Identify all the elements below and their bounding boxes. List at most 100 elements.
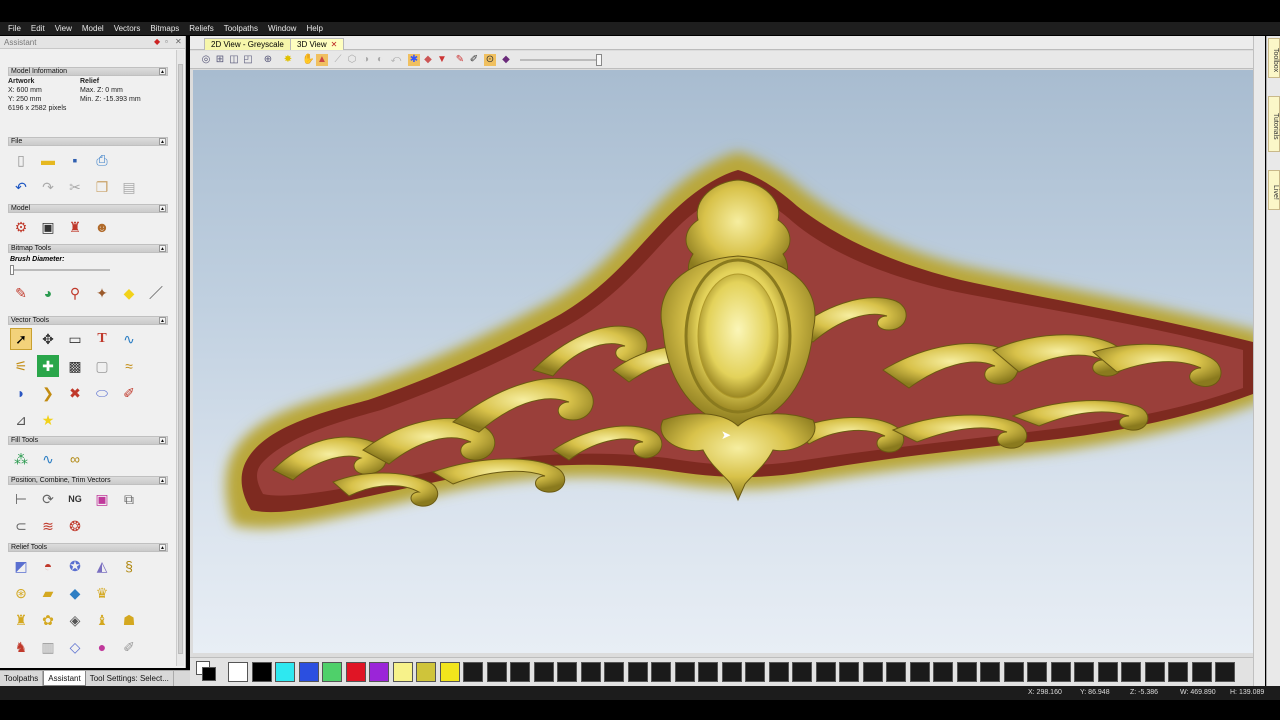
sculpt-icon[interactable]: ♛: [91, 582, 113, 604]
empty-palette-swatch[interactable]: [1074, 662, 1094, 682]
collapse-icon[interactable]: ▲: [159, 477, 166, 484]
ellipse-icon[interactable]: ⬭: [91, 382, 113, 404]
menu-vectors[interactable]: Vectors: [114, 24, 141, 33]
slider-handle[interactable]: [10, 265, 14, 275]
pan-icon[interactable]: ✋: [302, 54, 314, 66]
zoom-icon[interactable]: ⊕: [262, 54, 274, 66]
rectangle-icon[interactable]: ▭: [64, 328, 86, 350]
paint-brush-icon[interactable]: ✎: [10, 282, 32, 304]
tab-assistant[interactable]: Assistant: [43, 671, 86, 686]
collapse-icon[interactable]: ▲: [159, 68, 166, 75]
group-icon[interactable]: ▣: [91, 488, 113, 510]
section-position-combine-trim[interactable]: Position, Combine, Trim Vectors ▲: [8, 476, 168, 485]
empty-palette-swatch[interactable]: [651, 662, 671, 682]
empty-palette-swatch[interactable]: [463, 662, 483, 682]
trim-icon[interactable]: ⧉: [118, 488, 140, 510]
two-rail-sweep-icon[interactable]: ◓: [37, 555, 59, 577]
palette-swatch[interactable]: [392, 662, 413, 682]
import-icon[interactable]: ⎙: [91, 149, 113, 171]
menu-edit[interactable]: Edit: [31, 24, 45, 33]
text-icon[interactable]: T: [91, 328, 113, 350]
model-info-icon[interactable]: ▣: [37, 216, 59, 238]
vector-art-icon[interactable]: ▩: [64, 355, 86, 377]
select-arrow-icon[interactable]: ➚: [10, 328, 32, 350]
vectors-visible-icon[interactable]: ▼: [436, 54, 448, 66]
cut-icon[interactable]: ✂: [64, 176, 86, 198]
relief-sphere-icon[interactable]: ●: [91, 636, 113, 658]
lens-icon[interactable]: ⊙: [484, 54, 496, 66]
flag-icon[interactable]: ≋: [37, 515, 59, 537]
slider-handle[interactable]: [596, 54, 602, 66]
curve-icon[interactable]: ≈: [118, 355, 140, 377]
shape-editor-icon[interactable]: ◩: [10, 555, 32, 577]
collapse-icon[interactable]: ▲: [159, 437, 166, 444]
copy-icon[interactable]: ❐: [91, 176, 113, 198]
section-vector-tools[interactable]: Vector Tools ▲: [8, 316, 168, 325]
tab-toolbox[interactable]: Toolbox: [1268, 38, 1280, 78]
empty-palette-swatch[interactable]: [745, 662, 765, 682]
view-side-icon[interactable]: ◰: [242, 54, 254, 66]
collapse-icon[interactable]: ▲: [159, 544, 166, 551]
tab-3d-view[interactable]: 3D View ✕: [290, 38, 345, 50]
empty-palette-swatch[interactable]: [674, 662, 695, 682]
emboss-icon[interactable]: ✿: [37, 609, 59, 631]
menu-file[interactable]: File: [8, 24, 21, 33]
palette-swatch[interactable]: [369, 662, 389, 682]
light-icon[interactable]: ✸: [282, 54, 294, 66]
open-folder-icon[interactable]: ▬: [37, 149, 59, 171]
collapse-icon[interactable]: ▲: [159, 317, 166, 324]
close-tab-icon[interactable]: ✕: [331, 40, 338, 49]
layer-relief-icon[interactable]: ▰: [37, 582, 59, 604]
empty-palette-swatch[interactable]: [839, 662, 859, 682]
close-icon[interactable]: ✕: [175, 37, 182, 46]
menu-view[interactable]: View: [55, 24, 72, 33]
grid-icon[interactable]: ✚: [37, 355, 59, 377]
scrollbar-thumb[interactable]: [178, 64, 183, 654]
pencil-icon[interactable]: ／: [145, 282, 167, 304]
relief-clipart-icon[interactable]: ♞: [10, 636, 32, 658]
spin-icon[interactable]: §: [118, 555, 140, 577]
wireframe-icon[interactable]: ⬡: [346, 54, 358, 66]
palette-swatch[interactable]: [298, 662, 319, 682]
section-fill-tools[interactable]: Fill Tools ▲: [8, 436, 168, 445]
collapse-icon[interactable]: ▲: [159, 138, 166, 145]
arc-icon[interactable]: ◗: [10, 382, 32, 404]
model-image-icon[interactable]: ☻: [91, 216, 113, 238]
wave-fill-icon[interactable]: ∿: [37, 448, 59, 470]
section-file[interactable]: File ▲: [8, 137, 168, 146]
empty-palette-swatch[interactable]: [533, 662, 554, 682]
float-icon[interactable]: ▫: [165, 37, 168, 46]
offset-relief-icon[interactable]: ◈: [64, 609, 86, 631]
tab-tutorials[interactable]: Tutorials: [1268, 96, 1280, 152]
relief-shading-icon[interactable]: ▲: [316, 54, 328, 66]
paste-icon[interactable]: ▤: [118, 176, 140, 198]
extrude-icon[interactable]: ◭: [91, 555, 113, 577]
palette-swatch[interactable]: [275, 662, 295, 682]
empty-palette-swatch[interactable]: [1097, 662, 1118, 682]
chain-fill-icon[interactable]: ∞: [64, 448, 86, 470]
toolpath-preview-icon[interactable]: ⟋: [332, 54, 344, 66]
empty-palette-swatch[interactable]: [627, 662, 648, 682]
palette-swatch[interactable]: [251, 662, 272, 682]
palette-swatch[interactable]: [345, 662, 366, 682]
menu-model[interactable]: Model: [82, 24, 104, 33]
empty-palette-swatch[interactable]: [886, 662, 906, 682]
pin-icon[interactable]: ◆: [154, 37, 160, 46]
join-icon[interactable]: ⊂: [10, 515, 32, 537]
empty-palette-swatch[interactable]: [1191, 662, 1212, 682]
tab-toolpaths[interactable]: Toolpaths: [0, 671, 44, 686]
secondary-colour-swatch[interactable]: [202, 667, 216, 681]
tab-live[interactable]: Live!: [1268, 170, 1280, 210]
reset-relief-icon[interactable]: ♝: [91, 609, 113, 631]
brush-diameter-slider[interactable]: [10, 265, 110, 275]
menu-bitmaps[interactable]: Bitmaps: [150, 24, 179, 33]
palette-swatch[interactable]: [439, 662, 460, 682]
empty-palette-swatch[interactable]: [1144, 662, 1165, 682]
menu-window[interactable]: Window: [268, 24, 296, 33]
brush-icon[interactable]: ✐: [468, 54, 480, 66]
empty-palette-swatch[interactable]: [1027, 662, 1047, 682]
empty-palette-swatch[interactable]: [862, 662, 883, 682]
mirror-icon[interactable]: ⊿: [10, 409, 32, 431]
palette-swatch[interactable]: [228, 662, 248, 682]
fill-pattern-icon[interactable]: ⁂: [10, 448, 32, 470]
